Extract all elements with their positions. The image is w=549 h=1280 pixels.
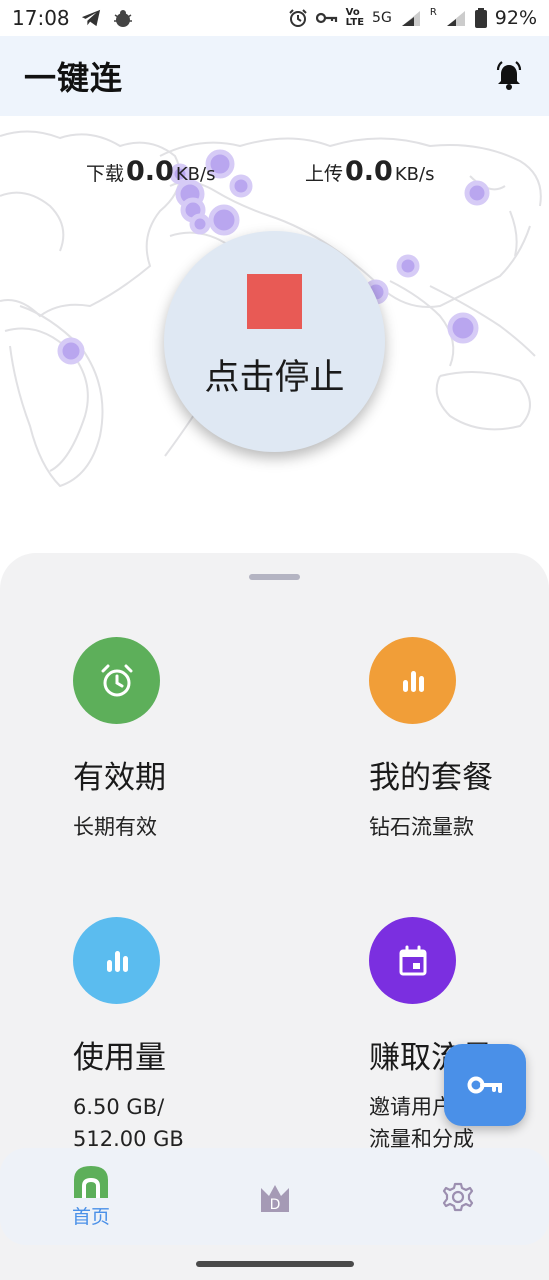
status-time: 17:08	[12, 6, 70, 30]
validity-title: 有效期	[73, 760, 166, 796]
usage-title: 使用量	[73, 1040, 166, 1076]
alarm-clock-icon	[73, 637, 160, 724]
bug-icon	[113, 10, 132, 27]
usage-value: 6.50 GB/ 512.00 GB	[73, 1091, 293, 1155]
app-header: 一键连	[0, 36, 549, 116]
stop-icon	[247, 273, 302, 329]
download-label: 下载	[86, 163, 125, 185]
bar-chart-icon	[369, 637, 456, 724]
bar-chart-icon	[73, 917, 160, 1004]
upload-label: 上传	[305, 163, 344, 185]
plan-value: 钻石流量款	[369, 815, 474, 839]
telegram-icon	[81, 9, 100, 27]
gesture-home-bar[interactable]	[196, 1261, 354, 1267]
svg-text:D: D	[270, 1197, 281, 1213]
stop-connection-button[interactable]: 点击停止	[164, 231, 385, 452]
signal-icon-2	[446, 11, 465, 26]
download-unit: KB/s	[175, 164, 216, 185]
validity-card[interactable]: 有效期 长期有效	[73, 637, 293, 843]
stop-label: 点击停止	[204, 357, 345, 398]
page-title: 一键连	[24, 59, 124, 97]
status-bar: 17:08 Vo LTE 5G R 92%	[0, 0, 549, 36]
download-speed: 下载 0.0 KB/s	[86, 156, 215, 187]
usage-used: 6.50 GB/	[73, 1095, 165, 1119]
signal-icon	[401, 11, 420, 26]
plan-card[interactable]: 我的套餐 钻石流量款	[369, 637, 549, 843]
key-fab-button[interactable]	[444, 1044, 526, 1126]
download-value: 0.0	[126, 156, 174, 187]
volte-badge: Vo LTE	[346, 8, 364, 28]
tab-settings[interactable]	[438, 1148, 478, 1245]
volte-bottom: LTE	[345, 17, 365, 28]
upload-unit: KB/s	[394, 164, 435, 185]
bell-icon[interactable]	[493, 60, 525, 92]
vpn-key-icon	[315, 12, 337, 24]
usage-card[interactable]: 使用量 6.50 GB/ 512.00 GB	[73, 917, 293, 1155]
battery-icon	[474, 8, 487, 28]
plan-title: 我的套餐	[369, 760, 493, 796]
connection-panel: 下载 0.0 KB/s 上传 0.0 KB/s 点击停止	[0, 116, 549, 556]
gear-icon	[442, 1182, 474, 1211]
tab-home[interactable]: 首页	[62, 1148, 120, 1245]
tab-discover[interactable]: D	[255, 1148, 295, 1245]
bottom-nav: 首页 D	[0, 1148, 549, 1245]
upload-speed: 上传 0.0 KB/s	[305, 156, 434, 187]
sheet-drag-handle[interactable]	[249, 574, 300, 580]
home-icon	[74, 1166, 108, 1198]
key-icon	[467, 1076, 502, 1094]
roaming-indicator: R	[429, 7, 437, 18]
network-type: 5G	[372, 10, 392, 26]
validity-value: 长期有效	[73, 815, 157, 839]
crown-badge-icon: D	[261, 1184, 289, 1213]
calendar-icon	[369, 917, 456, 1004]
alarm-icon	[288, 9, 307, 27]
upload-value: 0.0	[345, 156, 393, 187]
battery-percent: 92%	[494, 7, 537, 29]
tab-home-label: 首页	[71, 1206, 110, 1228]
